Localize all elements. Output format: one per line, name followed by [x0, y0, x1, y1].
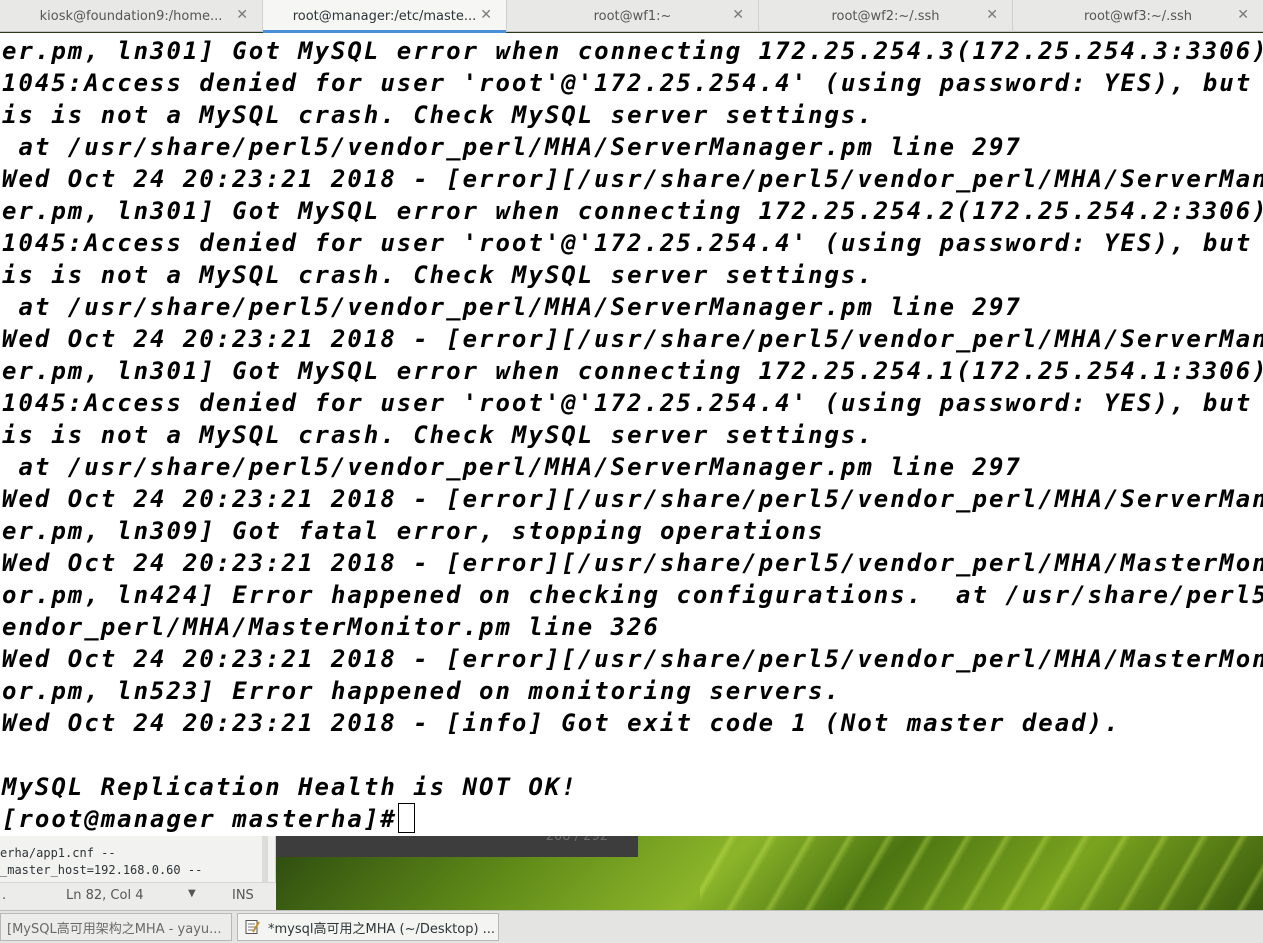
terminal-line: Wed Oct 24 20:23:21 2018 - [info] Got ex…: [2, 709, 1121, 737]
editor-line: _master_host=192.168.0.60 --: [0, 863, 203, 877]
terminal-line: at /usr/share/perl5/vendor_perl/MHA/Serv…: [2, 133, 1022, 161]
background-window-fragment: 208 / 292: [276, 836, 638, 857]
terminal-line: is is not a MySQL crash. Check MySQL ser…: [2, 101, 874, 129]
desktop-wallpaper-leaf: [700, 836, 1263, 910]
tab-root-wf2[interactable]: root@wf2:~/.ssh ✕: [759, 0, 1013, 32]
taskbar: [MySQL高可用架构之MHA - yayu... *mysql高可用之MHA …: [0, 910, 1263, 943]
terminal-output[interactable]: er.pm, ln301] Got MySQL error when conne…: [0, 33, 1263, 836]
terminal-line: Wed Oct 24 20:23:21 2018 - [error][/usr/…: [2, 165, 1263, 193]
tab-label: kiosk@foundation9:/home...: [39, 8, 223, 24]
tab-root-wf1[interactable]: root@wf1:~ ✕: [507, 0, 759, 32]
tab-root-wf3[interactable]: root@wf3:~/.ssh ✕: [1013, 0, 1263, 32]
terminal-line: 1045:Access denied for user 'root'@'172.…: [2, 389, 1263, 417]
taskbar-item-browser[interactable]: [MySQL高可用架构之MHA - yayu...: [0, 913, 232, 941]
terminal-line: 1045:Access denied for user 'root'@'172.…: [2, 69, 1263, 97]
terminal-line: 1045:Access denied for user 'root'@'172.…: [2, 229, 1263, 257]
close-icon[interactable]: ✕: [1237, 7, 1249, 23]
terminal-line: MySQL Replication Health is NOT OK!: [2, 773, 578, 801]
editor-scrollbar[interactable]: [262, 836, 268, 882]
terminal-line: at /usr/share/perl5/vendor_perl/MHA/Serv…: [2, 453, 1022, 481]
terminal-line: is is not a MySQL crash. Check MySQL ser…: [2, 421, 874, 449]
terminal-line: or.pm, ln523] Error happened on monitori…: [2, 677, 841, 705]
terminal-line: Wed Oct 24 20:23:21 2018 - [error][/usr/…: [2, 549, 1263, 577]
terminal-line: er.pm, ln301] Got MySQL error when conne…: [2, 357, 1263, 385]
tab-root-manager[interactable]: root@manager:/etc/maste... ✕: [263, 0, 507, 33]
status-fragment: .: [2, 888, 7, 903]
background-text-editor[interactable]: erha/app1.cnf -- _master_host=192.168.0.…: [0, 836, 276, 911]
terminal-line: at /usr/share/perl5/vendor_perl/MHA/Serv…: [2, 293, 1022, 321]
cursor-position: Ln 82, Col 4: [66, 888, 144, 903]
tab-label: root@wf3:~/.ssh: [1083, 8, 1193, 24]
terminal-line: is is not a MySQL crash. Check MySQL ser…: [2, 261, 874, 289]
terminal-cursor: [398, 803, 415, 833]
terminal-line: Wed Oct 24 20:23:21 2018 - [error][/usr/…: [2, 325, 1263, 353]
close-icon[interactable]: ✕: [236, 7, 248, 23]
close-icon[interactable]: ✕: [480, 7, 492, 23]
taskbar-item-label: [MySQL高可用架构之MHA - yayu...: [7, 921, 222, 937]
tab-label: root@wf2:~/.ssh: [831, 8, 940, 24]
tab-label: root@wf1:~: [593, 8, 672, 24]
close-icon[interactable]: ✕: [732, 7, 744, 23]
tab-label: root@manager:/etc/maste...: [292, 8, 477, 24]
terminal-line: er.pm, ln301] Got MySQL error when conne…: [2, 197, 1263, 225]
taskbar-item-text-editor[interactable]: *mysql高可用之MHA (~/Desktop) ...: [237, 913, 499, 941]
terminal-line: er.pm, ln309] Got fatal error, stopping …: [2, 517, 825, 545]
terminal-line: or.pm, ln424] Error happened on checking…: [2, 581, 1263, 609]
editor-line: erha/app1.cnf --: [0, 846, 116, 860]
editor-status-bar: . Ln 82, Col 4 ▼ INS: [0, 882, 276, 911]
insert-mode-indicator: INS: [232, 888, 254, 903]
close-icon[interactable]: ✕: [986, 7, 998, 23]
terminal-line: Wed Oct 24 20:23:21 2018 - [error][/usr/…: [2, 485, 1263, 513]
tab-kiosk-foundation9[interactable]: kiosk@foundation9:/home... ✕: [0, 0, 263, 32]
text-editor-icon: [245, 920, 260, 934]
page-counter: 208 / 292: [545, 836, 608, 844]
terminal-tab-bar: kiosk@foundation9:/home... ✕ root@manage…: [0, 0, 1263, 33]
chevron-down-icon[interactable]: ▼: [188, 888, 196, 899]
terminal-line: endor_perl/MHA/MasterMonitor.pm line 326: [2, 613, 660, 641]
terminal-line: Wed Oct 24 20:23:21 2018 - [error][/usr/…: [2, 645, 1263, 673]
shell-prompt: [root@manager masterha]#: [2, 805, 414, 833]
terminal-line: er.pm, ln301] Got MySQL error when conne…: [2, 37, 1263, 65]
taskbar-item-label: *mysql高可用之MHA (~/Desktop) ...: [268, 921, 496, 937]
